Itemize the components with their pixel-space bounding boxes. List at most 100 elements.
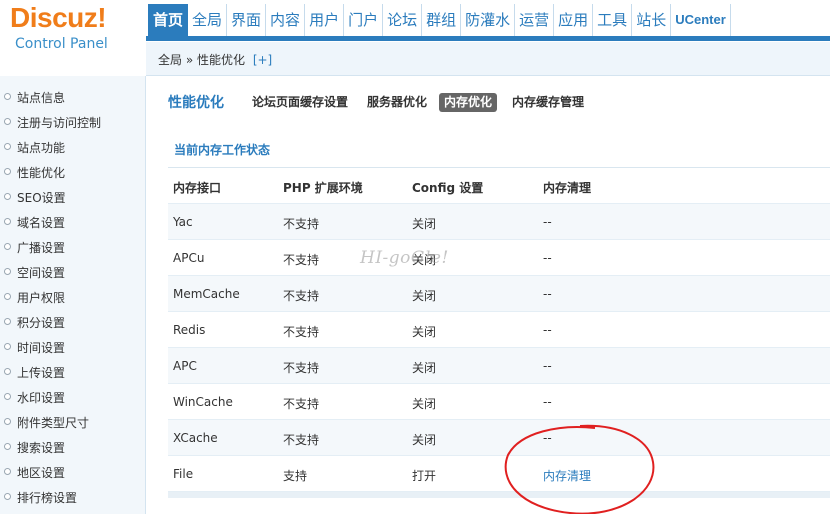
table-row: MemCache 不支持 关闭 -- — [168, 276, 830, 312]
bullet-icon — [4, 118, 11, 125]
cell-memory-clear: -- — [543, 359, 552, 373]
table-row: APC 不支持 关闭 -- — [168, 348, 830, 384]
main-content: 性能优化 论坛页面缓存设置 服务器优化 内存优化 内存缓存管理 当前内存工作状态 内存… — [147, 77, 830, 514]
top-nav-tab[interactable]: 全局 — [188, 4, 228, 36]
bullet-icon — [4, 243, 11, 250]
bullet-icon — [4, 418, 11, 425]
cell-memory-clear: -- — [543, 287, 552, 301]
sidebar-item[interactable]: 广播设置 — [0, 236, 146, 261]
top-nav-tab[interactable]: 用户 — [305, 4, 345, 36]
table-row: XCache 不支持 关闭 -- — [168, 420, 830, 456]
bullet-icon — [4, 343, 11, 350]
bullet-icon — [4, 368, 11, 375]
sidebar-item[interactable]: 站点功能 — [0, 136, 146, 161]
table-footer — [168, 492, 830, 498]
sub-nav-tab[interactable]: 内存优化 — [439, 93, 498, 112]
sidebar-item[interactable]: 用户权限 — [0, 286, 146, 311]
column-header-interface: 内存接口 — [173, 181, 222, 195]
sidebar-item-label: 水印设置 — [17, 391, 66, 405]
top-nav-tab[interactable]: 应用 — [554, 4, 594, 36]
top-nav-tab[interactable]: 工具 — [593, 4, 633, 36]
bullet-icon — [4, 468, 11, 475]
sidebar-item-label: 域名设置 — [17, 216, 66, 230]
sidebar-item-label: 排行榜设置 — [17, 491, 78, 505]
top-nav-tab[interactable]: 门户 — [344, 4, 384, 36]
cell-memory-clear: -- — [543, 215, 552, 229]
sidebar-item[interactable]: 性能优化 — [0, 161, 146, 186]
bullet-icon — [4, 318, 11, 325]
column-header-php-extension: PHP 扩展环境 — [283, 181, 363, 195]
bullet-icon — [4, 293, 11, 300]
sidebar-item[interactable]: SEO设置 — [0, 186, 146, 211]
top-nav-tab[interactable]: 首页 — [148, 4, 189, 36]
cell-memory-clear: -- — [543, 251, 552, 265]
cell-config: 关闭 — [412, 289, 437, 303]
logo-brand: Discuz! — [10, 2, 107, 33]
sidebar-item-label: 站点功能 — [17, 141, 66, 155]
top-nav-tab[interactable]: 防灌水 — [461, 4, 516, 36]
top-nav-tab[interactable]: UCenter — [671, 4, 731, 36]
cell-php-extension: 支持 — [283, 469, 308, 483]
top-nav-tab[interactable]: 内容 — [266, 4, 306, 36]
sidebar-item[interactable]: 注册与访问控制 — [0, 111, 146, 136]
sidebar-item[interactable]: 水印设置 — [0, 386, 146, 411]
logo-subtitle: Control Panel — [15, 36, 108, 52]
cell-config: 关闭 — [412, 361, 437, 375]
breadcrumb-add-button[interactable]: [+] — [253, 53, 272, 67]
sidebar-item[interactable]: 上传设置 — [0, 361, 146, 386]
cell-config: 关闭 — [412, 397, 437, 411]
sidebar-item[interactable]: 域名设置 — [0, 211, 146, 236]
sidebar-item[interactable]: 空间设置 — [0, 261, 146, 286]
bullet-icon — [4, 168, 11, 175]
sidebar: 站点信息注册与访问控制 站点功能性能优化 SEO设置域名设置广播设置空间设置用户权限… — [0, 76, 146, 514]
cell-php-extension: 不支持 — [283, 253, 320, 267]
top-nav-tab[interactable]: 运营 — [515, 4, 555, 36]
sidebar-item-label: 空间设置 — [17, 266, 66, 280]
bullet-icon — [4, 393, 11, 400]
breadcrumb-bar: 全局 » 性能优化 [+] — [146, 42, 830, 76]
top-navigation: 首页 全局 界面 内容 用户 门户 论坛 群组 防灌水 运营 应用 工具 站长 UCenter — [146, 0, 830, 41]
sidebar-item[interactable]: 站点信息 — [0, 86, 146, 111]
sub-nav-tab[interactable]: 服务器优化 — [362, 93, 432, 112]
bullet-icon — [4, 443, 11, 450]
top-nav-tab[interactable]: 论坛 — [383, 4, 423, 36]
sub-nav-tab[interactable]: 内存缓存管理 — [507, 93, 589, 112]
sidebar-item-label: 上传设置 — [17, 366, 66, 380]
table-row: APCu 不支持 关闭 -- — [168, 240, 830, 276]
sidebar-item-label: 注册与访问控制 — [17, 116, 102, 130]
sidebar-item-label: 站点信息 — [17, 91, 66, 105]
memory-clear-link[interactable]: 内存清理 — [543, 467, 591, 484]
cell-php-extension: 不支持 — [283, 361, 320, 375]
table-row: File 支持 打开 内存清理 — [168, 456, 830, 492]
cell-interface: APC — [173, 359, 197, 373]
sidebar-item[interactable]: 地区设置 — [0, 461, 146, 486]
sidebar-item[interactable]: 时间设置 — [0, 336, 146, 361]
sub-nav-tab[interactable]: 论坛页面缓存设置 — [247, 93, 353, 112]
cell-config: 关闭 — [412, 253, 437, 267]
column-header-memory-clear: 内存清理 — [543, 181, 592, 195]
section-title: 当前内存工作状态 — [168, 133, 830, 168]
table-header-row: 内存接口 PHP 扩展环境 Config 设置 内存清理 — [168, 168, 830, 204]
top-nav-tab[interactable]: 群组 — [422, 4, 462, 36]
breadcrumb-text[interactable]: 全局 » 性能优化 — [158, 53, 245, 67]
top-nav-tab[interactable]: 站长 — [632, 4, 672, 36]
cell-memory-clear: -- — [543, 323, 552, 337]
cell-interface: MemCache — [173, 287, 240, 301]
sidebar-item[interactable]: 排行榜设置 — [0, 486, 146, 511]
cell-config: 打开 — [412, 469, 437, 483]
sidebar-item[interactable]: 搜索设置 — [0, 436, 146, 461]
sidebar-item[interactable]: 附件类型尺寸 — [0, 411, 146, 436]
bullet-icon — [4, 268, 11, 275]
admin-control-panel: Discuz! Control Panel 首页 全局 界面 内容 用户 门户 论坛 群组 防灌… — [0, 0, 830, 514]
sidebar-item-label: 积分设置 — [17, 316, 66, 330]
cell-interface: Yac — [173, 215, 193, 229]
memory-status-table: 当前内存工作状态 内存接口 PHP 扩展环境 Config 设置 内存清理 Ya… — [168, 133, 830, 498]
top-nav-tab[interactable]: 界面 — [227, 4, 267, 36]
breadcrumb: 全局 » 性能优化 [+] — [158, 51, 272, 68]
sidebar-item-label: 性能优化 — [17, 166, 66, 180]
sidebar-item[interactable]: 积分设置 — [0, 311, 146, 336]
sidebar-item-label: 用户权限 — [17, 291, 66, 305]
table-body: Yac 不支持 关闭 -- APCu 不支持 关闭 -- MemCache 不支持 关闭 -- Redi… — [168, 204, 830, 492]
table-row: Yac 不支持 关闭 -- — [168, 204, 830, 240]
logo[interactable]: Discuz! Control Panel — [0, 0, 146, 70]
